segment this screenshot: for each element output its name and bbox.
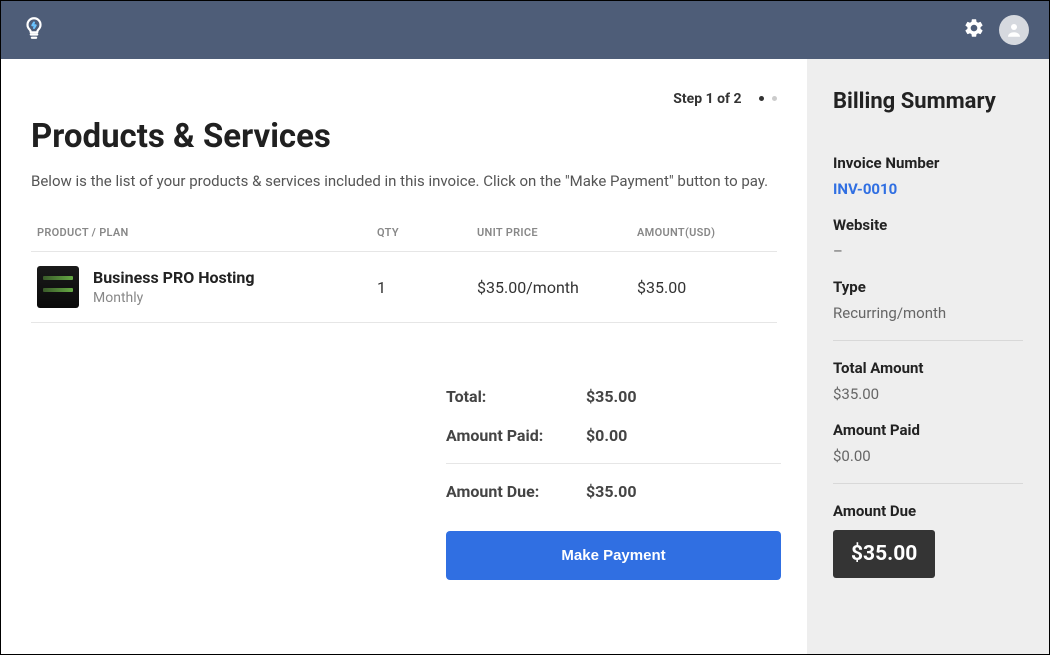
paid-label: Amount Paid: [446, 426, 586, 445]
billing-summary-sidebar: Billing Summary Invoice Number INV-0010 … [807, 59, 1049, 654]
invoice-number-label: Invoice Number [833, 154, 1023, 172]
total-value: $35.00 [586, 387, 637, 406]
sidebar-divider-1 [833, 340, 1023, 341]
main-content: Step 1 of 2 Products & Services Below is… [1, 59, 807, 654]
gear-icon[interactable] [963, 17, 985, 43]
col-header-amount: AMOUNT(USD) [637, 226, 771, 239]
totals-block: Total: $35.00 Amount Paid: $0.00 Amount … [446, 377, 781, 511]
step-text: Step 1 of 2 [673, 91, 741, 107]
amount-paid-value: $0.00 [833, 447, 1023, 465]
total-amount-value: $35.00 [833, 385, 1023, 403]
table-header: PRODUCT / PLAN QTY UNIT PRICE AMOUNT(USD… [31, 214, 777, 252]
paid-value: $0.00 [586, 426, 627, 445]
amount-due-badge: $35.00 [833, 530, 935, 578]
type-label: Type [833, 278, 1023, 296]
product-period: Monthly [93, 290, 255, 306]
col-header-unit-price: UNIT PRICE [477, 226, 637, 239]
col-header-qty: QTY [377, 226, 477, 239]
topbar-left [21, 15, 47, 45]
step-dot-1 [759, 96, 764, 101]
website-value: – [833, 242, 1023, 260]
website-label: Website [833, 216, 1023, 234]
billing-summary-title: Billing Summary [833, 89, 1023, 114]
totals-divider [446, 463, 781, 464]
total-label: Total: [446, 387, 586, 406]
col-header-product: PRODUCT / PLAN [37, 226, 377, 239]
make-payment-button[interactable]: Make Payment [446, 531, 781, 580]
cell-amount: $35.00 [637, 278, 771, 297]
topbar [1, 1, 1049, 59]
logo-icon[interactable] [21, 15, 47, 45]
cell-unit-price: $35.00/month [477, 278, 637, 297]
amount-due-label: Amount Due [833, 502, 1023, 520]
invoice-number-link[interactable]: INV-0010 [833, 180, 1023, 198]
step-dot-2 [772, 96, 777, 101]
cell-qty: 1 [377, 278, 477, 297]
avatar[interactable] [999, 15, 1029, 45]
type-value: Recurring/month [833, 304, 1023, 322]
total-amount-label: Total Amount [833, 359, 1023, 377]
page-subtitle: Below is the list of your products & ser… [31, 172, 777, 190]
due-label: Amount Due: [446, 482, 586, 501]
step-indicator: Step 1 of 2 [31, 91, 777, 107]
amount-paid-label: Amount Paid [833, 421, 1023, 439]
table-row: Business PRO Hosting Monthly 1 $35.00/mo… [31, 252, 777, 323]
product-thumb-icon [37, 266, 79, 308]
product-name: Business PRO Hosting [93, 268, 255, 287]
page-title: Products & Services [31, 117, 777, 156]
sidebar-divider-2 [833, 483, 1023, 484]
topbar-right [963, 15, 1029, 45]
due-value: $35.00 [586, 482, 637, 501]
